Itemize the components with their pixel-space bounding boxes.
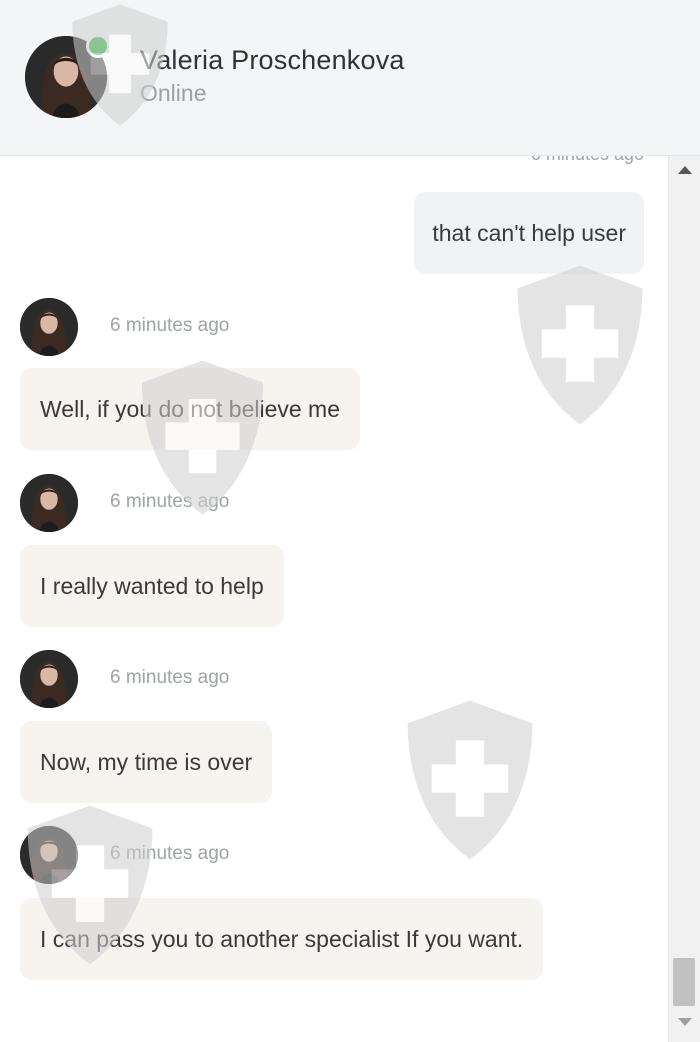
contact-status: Online: [140, 80, 207, 106]
scrollbar-thumb[interactable]: [673, 958, 695, 1006]
incoming-message-bubble: I can pass you to another specialist If …: [20, 898, 544, 980]
contact-name: Valeria Proschenkova: [140, 45, 405, 75]
incoming-message-bubble: Now, my time is over: [20, 721, 273, 803]
arrow-up-icon[interactable]: [678, 166, 692, 174]
message-timestamp: 6 minutes ago: [531, 156, 644, 165]
agent-avatar: [20, 474, 78, 532]
message-timestamp: 6 minutes ago: [110, 843, 230, 864]
message-list[interactable]: 6 minutes ago that can't help user 6 min…: [0, 156, 668, 1042]
message-timestamp: 6 minutes ago: [110, 491, 230, 512]
vertical-scrollbar[interactable]: [668, 156, 700, 1042]
message-timestamp: 6 minutes ago: [110, 667, 230, 688]
outgoing-message-bubble: that can't help user: [414, 192, 644, 274]
message-timestamp: 6 minutes ago: [110, 315, 230, 336]
online-status-dot: [86, 34, 110, 58]
agent-avatar: [20, 298, 78, 356]
agent-avatar: [20, 650, 78, 708]
incoming-message-bubble: I really wanted to help: [20, 545, 284, 627]
incoming-message-bubble: Well, if you do not believe me: [20, 368, 361, 450]
chat-header: Valeria Proschenkova Online: [0, 0, 700, 156]
agent-avatar: [20, 826, 78, 884]
arrow-down-icon[interactable]: [678, 1018, 692, 1026]
